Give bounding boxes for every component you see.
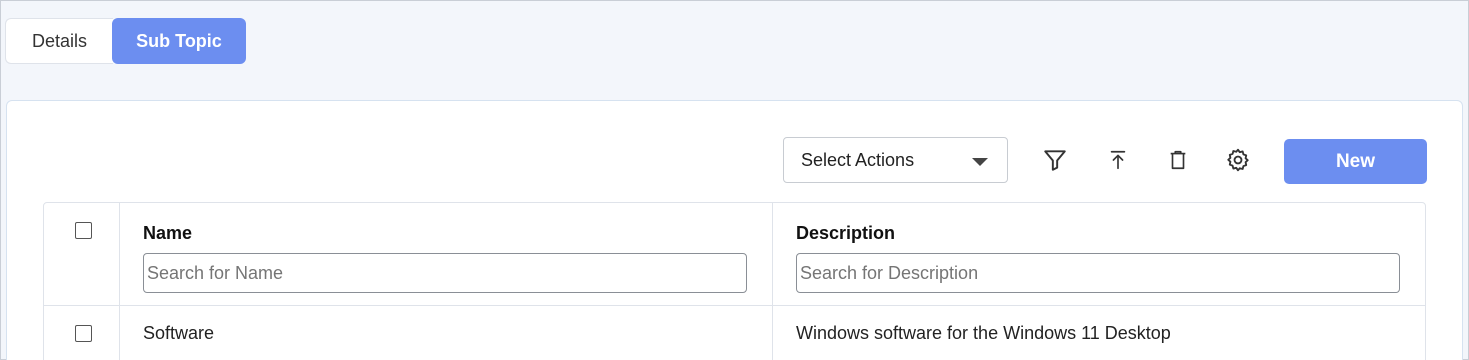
select-actions-dropdown[interactable]: Select Actions <box>783 137 1008 183</box>
row-name-cell: Software <box>143 323 215 343</box>
row-description-cell: Windows software for the Windows 11 Desk… <box>796 323 1171 343</box>
column-divider <box>119 306 120 360</box>
column-divider <box>119 203 120 305</box>
tab-details[interactable]: Details <box>5 18 113 64</box>
toolbar: Select Actions New <box>7 101 1462 201</box>
description-search-input[interactable] <box>796 253 1400 293</box>
gear-icon[interactable] <box>1221 143 1255 177</box>
name-search-input[interactable] <box>143 253 747 293</box>
row-checkbox[interactable] <box>75 325 92 342</box>
filter-icon[interactable] <box>1038 143 1072 177</box>
column-divider <box>772 203 773 305</box>
column-divider <box>772 306 773 360</box>
trash-icon[interactable] <box>1161 143 1195 177</box>
upload-icon[interactable] <box>1101 143 1135 177</box>
content-panel: Select Actions New Name Search for Name … <box>6 100 1463 360</box>
column-header-description: Description <box>796 223 896 243</box>
select-actions-label: Select Actions <box>801 149 915 170</box>
select-all-checkbox[interactable] <box>75 222 92 239</box>
table-row[interactable]: Software Windows software for the Window… <box>44 306 1425 360</box>
tab-bar: Details Sub Topic <box>5 18 246 64</box>
tab-sub-topic[interactable]: Sub Topic <box>112 18 246 64</box>
data-table: Name Description Software Windows softwa… <box>43 202 1426 360</box>
column-header-name: Name <box>143 223 193 243</box>
chevron-down-icon <box>972 158 988 166</box>
table-header: Name Description <box>44 203 1425 306</box>
new-button[interactable]: New <box>1284 139 1427 184</box>
